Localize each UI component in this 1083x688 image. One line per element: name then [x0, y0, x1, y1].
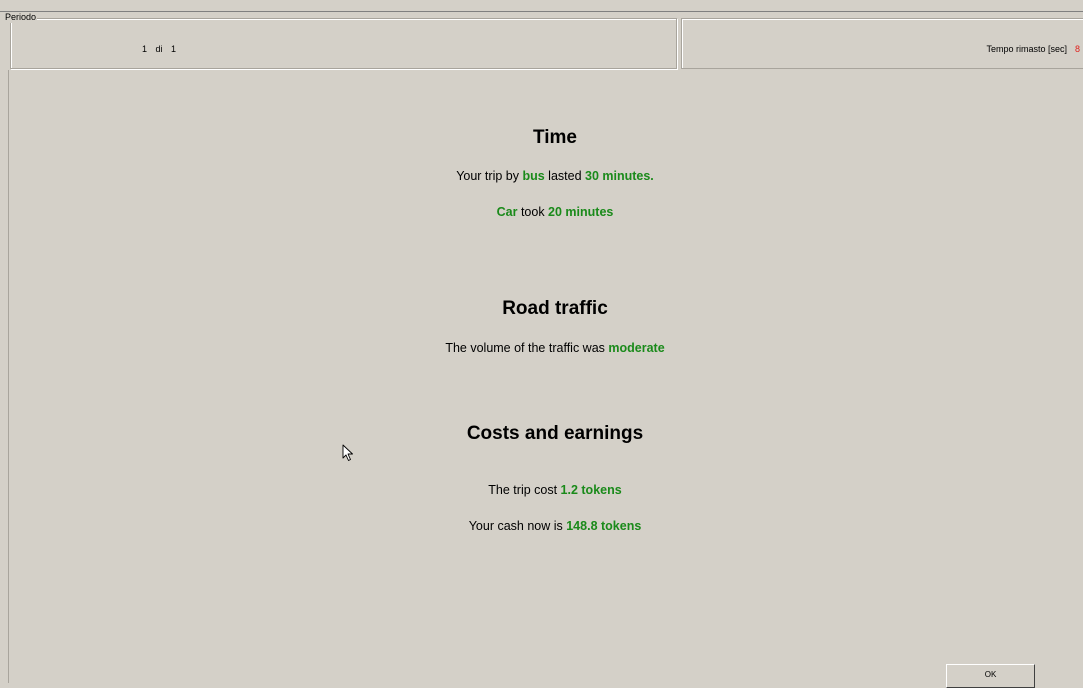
time-remaining-label: Tempo rimasto [sec]	[986, 44, 1067, 54]
costs-title: Costs and earnings	[466, 423, 644, 444]
bus-trip-line: Your trip by bus lasted 30 minutes.	[0, 168, 1083, 184]
period-value: 1 di 1	[142, 44, 177, 54]
cash-line: Your cash now is 148.8 tokens	[0, 518, 1083, 534]
bus-mode: bus	[522, 169, 545, 183]
period-legend: Periodo	[4, 12, 38, 23]
car-mode: Car	[496, 205, 518, 219]
cash-amount: 148.8 tokens	[566, 519, 642, 533]
trip-cost-prefix: The trip cost	[488, 483, 561, 497]
mouse-cursor-icon	[342, 444, 353, 461]
car-duration: 20 minutes	[548, 205, 614, 219]
period-group	[10, 18, 677, 69]
ok-button[interactable]: OK	[946, 664, 1035, 688]
trip-cost-line: The trip cost 1.2 tokens	[0, 482, 1083, 498]
bus-trip-prefix: Your trip by	[456, 169, 523, 183]
time-title: Time	[532, 127, 577, 148]
road-traffic-title: Road traffic	[502, 298, 608, 319]
bus-duration: 30 minutes.	[585, 169, 654, 183]
top-divider	[0, 11, 1083, 12]
traffic-prefix: The volume of the traffic was	[445, 341, 609, 355]
car-trip-middle: took	[517, 205, 549, 219]
bus-trip-middle: lasted	[544, 169, 585, 183]
traffic-level: moderate	[608, 341, 665, 355]
traffic-volume-line: The volume of the traffic was moderate	[0, 340, 1083, 356]
cash-prefix: Your cash now is	[468, 519, 567, 533]
trip-cost-amount: 1.2 tokens	[560, 483, 622, 497]
car-trip-line: Car took 20 minutes	[0, 204, 1083, 220]
time-remaining-value: 8	[1075, 44, 1081, 54]
left-frame-line	[8, 70, 9, 683]
